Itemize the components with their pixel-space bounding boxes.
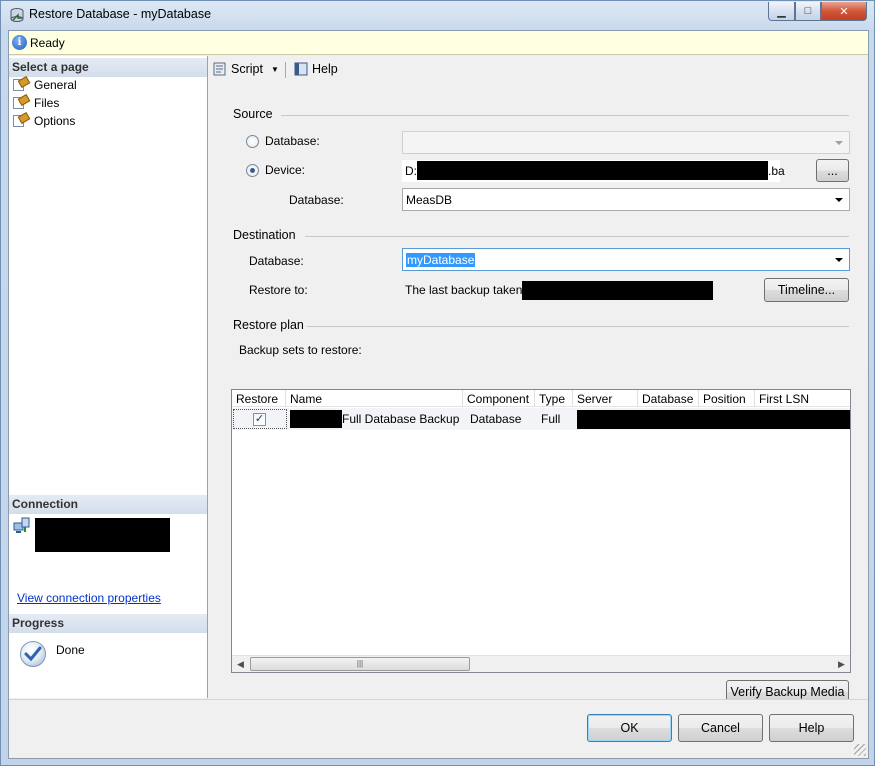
row-type: Full (541, 412, 561, 426)
connection-header: Connection (9, 495, 207, 514)
column-header-type[interactable]: Type (535, 390, 573, 407)
scroll-thumb[interactable]: ||| (250, 657, 470, 671)
redacted-restore-time (522, 281, 713, 300)
column-header-name[interactable]: Name (286, 390, 463, 407)
source-backup-database-combo[interactable]: MeasDB (402, 188, 850, 211)
redacted-backup-prefix (290, 410, 342, 428)
scroll-left-icon[interactable]: ◀ (232, 656, 249, 672)
help-label: Help (312, 62, 338, 76)
table-row[interactable]: ✓ Full Database Backup Database Full (232, 408, 850, 430)
source-divider (281, 115, 849, 116)
page-wrench-icon (13, 76, 31, 92)
dialog-button-bar: OK Cancel Help (9, 699, 868, 758)
page-item-label: Options (34, 114, 76, 128)
source-group-label: Source (233, 107, 273, 121)
database-restore-icon (10, 8, 24, 22)
help-book-icon (294, 62, 308, 76)
select-page-header: Select a page (9, 58, 207, 77)
restore-plan-divider (307, 326, 849, 327)
restore-plan-group-label: Restore plan (233, 318, 304, 332)
column-header-server[interactable]: Server (573, 390, 638, 407)
horizontal-scrollbar[interactable]: ◀ ||| ▶ (232, 655, 850, 672)
dropdown-arrow-icon[interactable]: ▼ (271, 65, 279, 74)
chevron-down-icon[interactable] (832, 251, 846, 268)
page-wrench-icon (13, 112, 31, 128)
script-label: Script (231, 62, 263, 76)
right-pane: Script ▼ Help Source Database: Device: D… (209, 56, 868, 704)
redacted-device-path (417, 161, 768, 180)
toolbar-separator (285, 62, 286, 78)
source-database-radio[interactable] (246, 135, 259, 148)
toolbar: Script ▼ Help (209, 56, 868, 84)
backup-sets-label: Backup sets to restore: (239, 343, 362, 357)
source-backup-database-value: MeasDB (406, 193, 453, 207)
grid-header: Restore Name Component Type Server Datab… (232, 390, 850, 407)
column-header-restore[interactable]: Restore (232, 390, 286, 407)
source-device-radio-label: Device: (265, 163, 306, 177)
maximize-icon: □ (804, 5, 812, 17)
script-icon (213, 62, 226, 76)
destination-group-label: Destination (233, 228, 296, 242)
progress-header: Progress (9, 614, 207, 633)
cancel-button[interactable]: Cancel (678, 714, 763, 742)
done-check-icon (20, 641, 46, 667)
help-button[interactable]: Help (769, 714, 854, 742)
page-item-general[interactable]: General (13, 76, 77, 94)
scroll-right-icon[interactable]: ▶ (833, 656, 850, 672)
page-item-files[interactable]: Files (13, 94, 59, 112)
maximize-button[interactable]: □ (795, 2, 821, 21)
browse-device-button[interactable]: ... (816, 159, 849, 182)
restore-database-window: Restore Database - myDatabase ▁ □ ✕ i Re… (0, 0, 875, 766)
page-wrench-icon (13, 94, 31, 110)
source-database-combo (402, 131, 850, 154)
progress-status: Done (56, 643, 85, 657)
destination-database-combo[interactable]: myDatabase (402, 248, 850, 271)
status-text: Ready (30, 36, 65, 50)
left-pane: Select a page General Files Options Conn… (9, 56, 208, 698)
help-toolbar-button[interactable]: Help (293, 61, 338, 77)
destination-divider (305, 236, 849, 237)
destination-database-label: Database: (249, 254, 304, 268)
source-database-label: Database: (289, 193, 344, 207)
row-name: Full Database Backup (342, 412, 460, 426)
page-item-label: Files (34, 96, 60, 110)
server-connection-icon (13, 517, 30, 533)
ok-button[interactable]: OK (587, 714, 672, 742)
destination-database-value[interactable]: myDatabase (406, 253, 476, 267)
checkmark-icon: ✓ (254, 413, 265, 425)
page-item-options[interactable]: Options (13, 112, 75, 130)
restore-checkbox[interactable]: ✓ (253, 413, 266, 426)
source-database-radio-label: Database: (265, 134, 320, 148)
redacted-row-details (577, 410, 850, 429)
timeline-button[interactable]: Timeline... (764, 278, 849, 302)
device-path-suffix: .ba (768, 164, 785, 178)
backup-sets-grid[interactable]: Restore Name Component Type Server Datab… (231, 389, 851, 673)
column-header-database[interactable]: Database (638, 390, 699, 407)
view-connection-properties-link[interactable]: View connection properties (17, 591, 161, 605)
minimize-button[interactable]: ▁ (768, 2, 795, 21)
page-item-label: General (34, 78, 77, 92)
script-button[interactable]: Script ▼ (212, 61, 279, 77)
source-device-radio[interactable] (246, 164, 259, 177)
resize-grip[interactable] (854, 744, 866, 756)
title-bar[interactable]: Restore Database - myDatabase ▁ □ ✕ (1, 1, 875, 29)
chevron-down-icon[interactable] (832, 191, 846, 208)
redacted-connection-info (35, 518, 170, 552)
status-bar: i Ready (9, 31, 868, 55)
close-icon: ✕ (839, 5, 849, 18)
close-button[interactable]: ✕ (821, 2, 867, 21)
row-component: Database (470, 412, 522, 426)
chevron-down-icon (832, 134, 846, 151)
restore-to-label: Restore to: (249, 283, 308, 297)
window-title: Restore Database - myDatabase (29, 7, 212, 21)
minimize-icon: ▁ (777, 5, 786, 18)
column-header-first-lsn[interactable]: First LSN (755, 390, 850, 407)
column-header-component[interactable]: Component (463, 390, 535, 407)
dialog-client: i Ready Select a page General Files Opti… (8, 30, 869, 759)
column-header-position[interactable]: Position (699, 390, 755, 407)
info-icon: i (12, 35, 27, 50)
restore-to-value: The last backup taken (405, 283, 523, 297)
